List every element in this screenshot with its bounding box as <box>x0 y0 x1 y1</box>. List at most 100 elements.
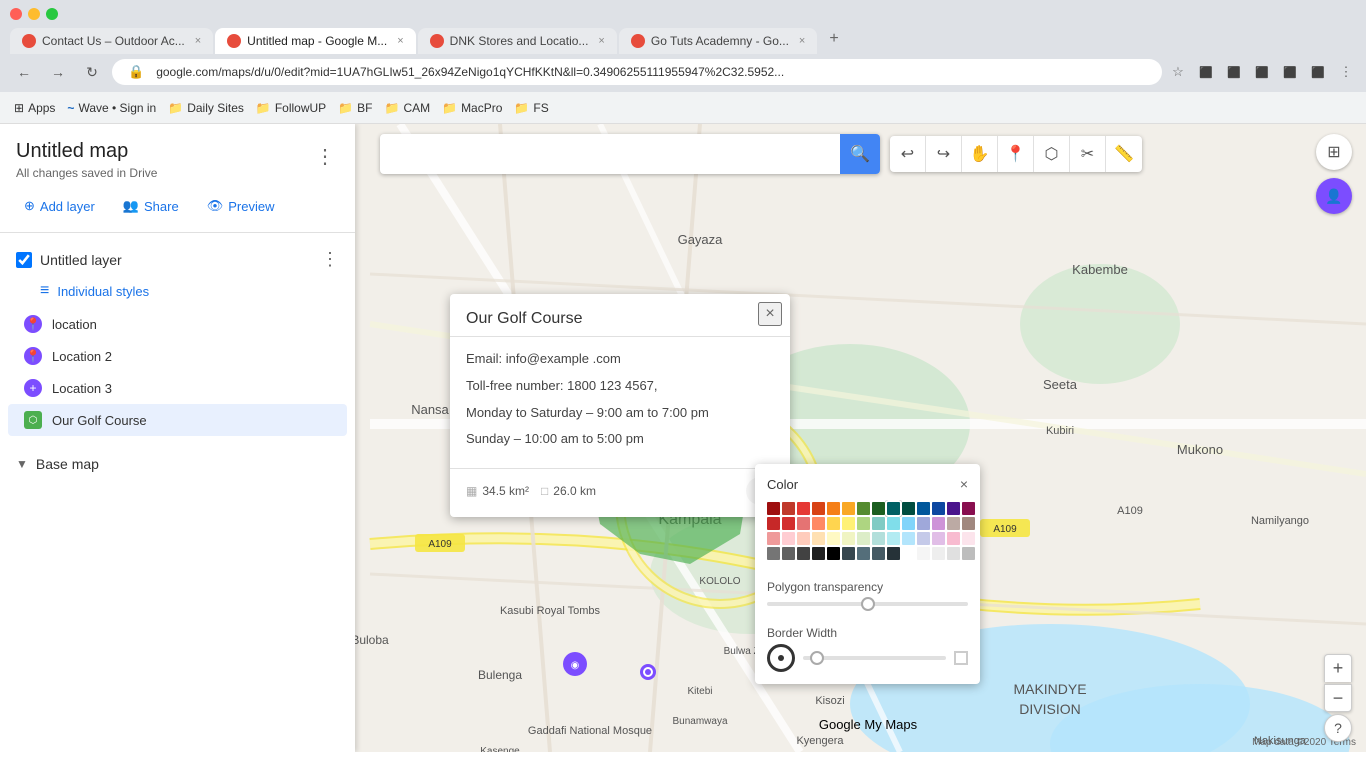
address-input-bar[interactable]: 🔒 google.com/maps/d/u/0/edit?mid=1UA7hGL… <box>112 59 1162 85</box>
tab-close-map[interactable]: × <box>397 35 403 47</box>
bookmark-star-icon[interactable]: ☆ <box>1168 62 1188 82</box>
tab-gotuts[interactable]: Go Tuts Academny - Go... × <box>619 28 818 54</box>
undo-tool-button[interactable]: ↩ <box>890 136 926 172</box>
tab-untitled-map[interactable]: Untitled map - Google M... × <box>215 28 416 54</box>
color-swatch[interactable] <box>827 532 840 545</box>
color-swatch[interactable] <box>917 547 930 560</box>
bookmark-apps[interactable]: ⊞ Apps <box>14 101 55 115</box>
color-swatch[interactable] <box>812 547 825 560</box>
tab-close-dnk[interactable]: × <box>598 35 604 47</box>
preview-button[interactable]: 👁 Preview <box>195 192 287 220</box>
color-swatch[interactable] <box>887 547 900 560</box>
color-swatch[interactable] <box>842 502 855 515</box>
color-swatch[interactable] <box>827 517 840 530</box>
color-swatch[interactable] <box>782 517 795 530</box>
color-swatch[interactable] <box>902 547 915 560</box>
tab-dnk[interactable]: DNK Stores and Locatio... × <box>418 28 617 54</box>
color-swatch[interactable] <box>932 547 945 560</box>
extension-icon-4[interactable]: ⬛ <box>1280 62 1300 82</box>
color-swatch[interactable] <box>827 547 840 560</box>
tab-close-gotuts[interactable]: × <box>799 35 805 47</box>
bookmark-bf[interactable]: 📁 BF <box>338 101 372 115</box>
color-swatch[interactable] <box>872 517 885 530</box>
transparency-slider-thumb[interactable] <box>861 597 875 611</box>
color-swatch[interactable] <box>767 517 780 530</box>
traffic-light-yellow[interactable] <box>28 8 40 20</box>
draw-line-button[interactable]: ⬡ <box>1034 136 1070 172</box>
transparency-slider-track[interactable] <box>767 602 968 606</box>
location-item-1[interactable]: 📍 Location 2 <box>8 340 347 372</box>
color-swatch[interactable] <box>887 532 900 545</box>
sidebar-menu-button[interactable]: ⋮ <box>311 140 339 173</box>
color-swatch[interactable] <box>932 532 945 545</box>
border-width-slider-thumb[interactable] <box>810 651 824 665</box>
color-swatch[interactable] <box>782 532 795 545</box>
color-swatch[interactable] <box>767 547 780 560</box>
bookmark-wave[interactable]: ~ Wave • Sign in <box>67 101 156 115</box>
bookmark-macpro[interactable]: 📁 MacPro <box>442 101 502 115</box>
color-swatch[interactable] <box>947 547 960 560</box>
color-swatch[interactable] <box>962 547 975 560</box>
color-swatch[interactable] <box>842 517 855 530</box>
color-swatch[interactable] <box>797 517 810 530</box>
layer-checkbox[interactable] <box>16 252 32 268</box>
reload-button[interactable]: ↻ <box>78 58 106 86</box>
color-swatch[interactable] <box>857 532 870 545</box>
color-swatch[interactable] <box>842 532 855 545</box>
new-tab-button[interactable]: + <box>819 24 848 54</box>
color-swatch[interactable] <box>887 517 900 530</box>
color-swatch[interactable] <box>962 517 975 530</box>
tab-close-contact[interactable]: × <box>195 35 201 47</box>
color-swatch[interactable] <box>902 502 915 515</box>
color-swatch[interactable] <box>857 547 870 560</box>
layer-menu-button[interactable]: ⋮ <box>321 249 339 270</box>
extension-icon-2[interactable]: ⬛ <box>1224 62 1244 82</box>
search-submit-button[interactable]: 🔍 <box>840 134 880 174</box>
color-swatch[interactable] <box>842 547 855 560</box>
border-width-slider-track[interactable] <box>803 656 946 660</box>
add-layer-button[interactable]: ⊕ Add layer <box>12 192 107 220</box>
user-avatar-button[interactable]: 👤 <box>1316 178 1352 214</box>
color-swatch[interactable] <box>917 502 930 515</box>
traffic-light-red[interactable] <box>10 8 22 20</box>
forward-button[interactable]: → <box>44 58 72 86</box>
color-swatch[interactable] <box>947 517 960 530</box>
popup-close-button[interactable]: × <box>758 302 782 326</box>
google-apps-icon-button[interactable]: ⊞ <box>1316 134 1352 170</box>
color-swatch[interactable] <box>917 532 930 545</box>
traffic-light-green[interactable] <box>46 8 58 20</box>
color-swatch[interactable] <box>827 502 840 515</box>
color-swatch[interactable] <box>797 547 810 560</box>
color-swatch[interactable] <box>857 517 870 530</box>
color-swatch[interactable] <box>917 517 930 530</box>
border-circle-indicator[interactable] <box>767 644 795 672</box>
color-swatch[interactable] <box>902 517 915 530</box>
map-search-input[interactable] <box>380 146 840 162</box>
color-swatch[interactable] <box>797 502 810 515</box>
share-button[interactable]: 👥 Share <box>111 192 191 220</box>
color-swatch[interactable] <box>812 517 825 530</box>
color-swatch[interactable] <box>962 502 975 515</box>
add-marker-button[interactable]: 📍 <box>998 136 1034 172</box>
redo-tool-button[interactable]: ↪ <box>926 136 962 172</box>
color-swatch[interactable] <box>932 502 945 515</box>
zoom-out-button[interactable]: − <box>1324 684 1352 712</box>
tab-contact[interactable]: Contact Us – Outdoor Ac... × <box>10 28 213 54</box>
layer-style-row[interactable]: ≡ Individual styles <box>8 278 347 308</box>
map-container[interactable]: A109 A109 A109 Gayaza Kabembe Mukono A10… <box>0 124 1366 752</box>
address-text[interactable]: google.com/maps/d/u/0/edit?mid=1UA7hGLIw… <box>156 65 1146 79</box>
extension-icon-1[interactable]: ⬛ <box>1196 62 1216 82</box>
location-item-0[interactable]: 📍 location <box>8 308 347 340</box>
color-swatch[interactable] <box>872 532 885 545</box>
color-swatch[interactable] <box>812 532 825 545</box>
chrome-menu-icon[interactable]: ⋮ <box>1336 62 1356 82</box>
color-swatch[interactable] <box>767 532 780 545</box>
extension-icon-3[interactable]: ⬛ <box>1252 62 1272 82</box>
color-swatch[interactable] <box>782 547 795 560</box>
back-button[interactable]: ← <box>10 58 38 86</box>
color-swatch[interactable] <box>872 547 885 560</box>
color-swatch[interactable] <box>947 502 960 515</box>
color-swatch[interactable] <box>962 532 975 545</box>
measure-button[interactable]: 📏 <box>1106 136 1142 172</box>
bookmark-daily-sites[interactable]: 📁 Daily Sites <box>168 101 244 115</box>
